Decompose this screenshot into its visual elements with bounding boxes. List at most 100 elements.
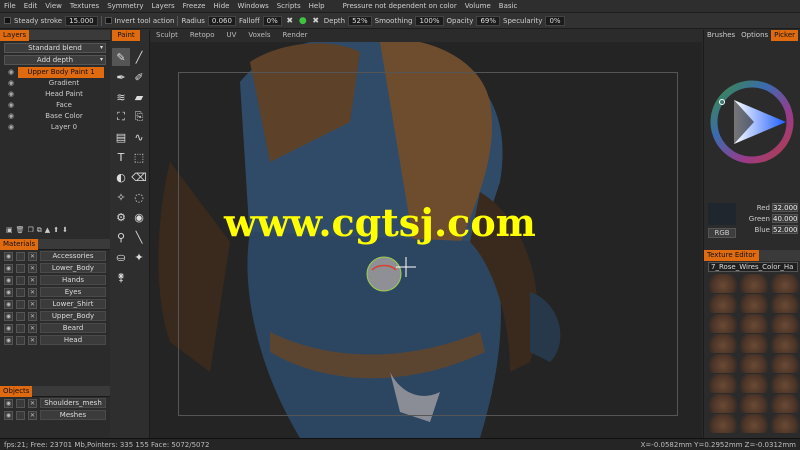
room-tab-retopo[interactable]: Retopo [184,30,221,41]
close-icon[interactable]: ✕ [28,398,37,408]
red-field[interactable]: 32.000 [772,203,798,212]
texture-thumb[interactable] [770,374,800,393]
texture-thumb[interactable] [739,374,769,393]
layer-item[interactable]: ◉ Face [0,100,110,111]
eye-icon[interactable]: ◉ [4,311,13,321]
texture-thumb[interactable] [770,314,800,333]
texture-thumb[interactable] [708,374,738,393]
radius-field[interactable]: 0.060 [207,15,236,26]
close-icon[interactable]: ✕ [28,323,37,333]
room-tab-paint[interactable]: Paint [112,30,140,41]
invert-tool-checkbox[interactable] [104,17,112,24]
texture-thumb[interactable] [708,354,738,373]
eraser-tool-icon[interactable]: ⌫ [130,168,148,186]
wand-tool-icon[interactable]: ✧ [112,188,130,206]
menu-hide[interactable]: Hide [210,2,234,10]
bucket-tool-icon[interactable]: ⛀ [112,248,130,266]
tab-picker[interactable]: Picker [771,30,799,41]
texture-thumb[interactable] [708,274,738,293]
sheet-tool-icon[interactable]: ▤ [112,128,130,146]
basic-select[interactable]: Basic [495,2,522,10]
close-icon[interactable]: ✕ [28,275,37,285]
color-wheel[interactable] [704,60,800,180]
texture-thumb[interactable] [739,314,769,333]
volume-select[interactable]: Volume [461,2,495,10]
material-item[interactable]: ◉ ✕ Hands [0,274,110,286]
close-icon[interactable]: ✕ [28,287,37,297]
menu-scripts[interactable]: Scripts [273,2,305,10]
steady-stroke-checkbox[interactable] [4,17,11,24]
lock-icon[interactable] [16,275,25,285]
move-up-icon[interactable]: ⬆ [53,226,59,234]
lock-icon[interactable] [16,287,25,297]
green-dot-icon[interactable]: ● [298,16,308,26]
opacity-field[interactable]: 69% [476,15,500,26]
text-tool-icon[interactable]: T [112,148,130,166]
close-icon[interactable]: ✖ [285,16,295,26]
material-item[interactable]: ◉ ✕ Accessories [0,250,110,262]
lock-icon[interactable] [16,410,25,420]
close-icon[interactable]: ✕ [28,251,37,261]
material-item[interactable]: ◉ ✕ Beard [0,322,110,334]
delete-layer-icon[interactable]: 🗑 [16,226,25,234]
materials-panel-title[interactable]: Materials [0,239,39,250]
texture-thumb[interactable] [739,294,769,313]
3d-viewport[interactable]: www.cgtsj.com [150,42,702,438]
move-up-icon[interactable]: ▲ [45,226,50,234]
eye-icon[interactable]: ◉ [8,89,18,100]
texture-thumb[interactable] [739,274,769,293]
gear-icon[interactable]: ⚙ [112,208,130,226]
curve-tool-icon[interactable]: ∿ [130,128,148,146]
airbrush-tool-icon[interactable]: ✒ [112,68,130,86]
layer-item[interactable]: ◉ Base Color [0,111,110,122]
material-item[interactable]: ◉ ✕ Lower_Shirt [0,298,110,310]
texture-thumb[interactable] [708,314,738,333]
tab-options[interactable]: Options [738,30,771,41]
room-tab-sculpt[interactable]: Sculpt [150,30,184,41]
merge-layer-icon[interactable]: ⧉ [37,226,42,235]
material-item[interactable]: ◉ ✕ Lower_Body [0,262,110,274]
texture-thumb[interactable] [739,354,769,373]
eye-icon[interactable]: ◉ [4,410,13,420]
room-tab-voxels[interactable]: Voxels [242,30,276,41]
eye-icon[interactable]: ◉ [8,122,18,133]
eye-icon[interactable]: ◉ [8,100,18,111]
texture-thumb[interactable] [708,394,738,413]
smudge-tool-icon[interactable]: ≋ [112,88,130,106]
objects-panel-title[interactable]: Objects [0,386,33,397]
menu-windows[interactable]: Windows [233,2,272,10]
depth-mode-select[interactable]: Add depth [4,55,106,65]
lock-icon[interactable] [16,335,25,345]
texture-thumb[interactable] [739,394,769,413]
room-tab-uv[interactable]: UV [220,30,242,41]
new-layer-icon[interactable]: ▣ [6,226,13,234]
eye-icon[interactable]: ◉ [4,323,13,333]
menu-file[interactable]: File [0,2,20,10]
lasso-tool-icon[interactable]: ◌ [130,188,148,206]
material-item[interactable]: ◉ ✕ Eyes [0,286,110,298]
layer-item[interactable]: ◉ Upper Body Paint 1 [0,67,110,78]
object-item[interactable]: ◉ ✕ Shoulders_mesh [0,397,110,409]
texture-thumb[interactable] [770,294,800,313]
eye-icon[interactable]: ◉ [8,78,18,89]
blend-mode-select[interactable]: Standard blend [4,43,106,53]
specularity-field[interactable]: 0% [545,15,565,26]
rgb-mode-button[interactable]: RGB [708,228,736,238]
layer-item[interactable]: ◉ Gradient [0,78,110,89]
material-item[interactable]: ◉ ✕ Upper_Body [0,310,110,322]
texture-thumb[interactable] [708,414,738,433]
menu-freeze[interactable]: Freeze [179,2,210,10]
eye-icon[interactable]: ◉ [130,208,148,226]
eye-icon[interactable]: ◉ [8,67,18,78]
lock-icon[interactable] [16,251,25,261]
menu-view[interactable]: View [41,2,66,10]
close-icon[interactable]: ✕ [28,410,37,420]
picker-tool-icon[interactable]: ⚲ [112,228,130,246]
menu-textures[interactable]: Textures [66,2,103,10]
close-icon[interactable]: ✖ [311,16,321,26]
lock-icon[interactable] [16,299,25,309]
eye-icon[interactable]: ◉ [4,275,13,285]
texture-thumb[interactable] [708,334,738,353]
texture-thumb[interactable] [739,334,769,353]
blue-field[interactable]: 52.000 [772,225,798,234]
